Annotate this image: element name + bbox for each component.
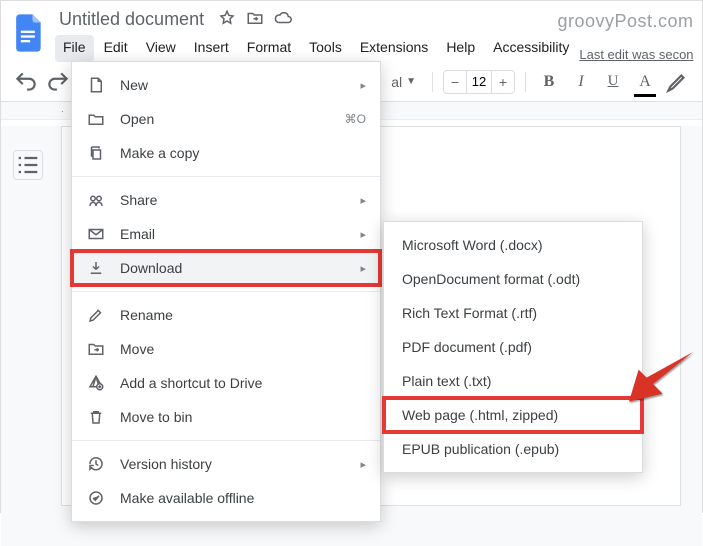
folder-open-icon (86, 110, 106, 128)
email-icon (86, 225, 106, 243)
download-html-label: Web page (.html, zipped) (402, 407, 624, 423)
file-share-label: Share (120, 192, 346, 208)
file-email[interactable]: Email ▸ (72, 217, 380, 251)
font-size-increase[interactable]: + (492, 71, 514, 93)
copy-icon (86, 144, 106, 162)
file-make-copy[interactable]: Make a copy (72, 136, 380, 170)
underline-button[interactable]: U (600, 69, 626, 95)
outline-toggle[interactable] (13, 150, 43, 180)
history-icon (86, 455, 106, 473)
menu-insert[interactable]: Insert (186, 35, 237, 62)
bold-button[interactable]: B (536, 69, 562, 95)
file-open-label: Open (120, 111, 322, 127)
submenu-arrow-icon: ▸ (360, 262, 366, 275)
font-size-input[interactable] (466, 71, 492, 93)
download-docx-label: Microsoft Word (.docx) (402, 237, 624, 253)
font-size-stepper[interactable]: − + (443, 70, 515, 94)
menu-accessibility[interactable]: Accessibility (485, 35, 577, 62)
download-icon (86, 259, 106, 277)
font-name-tail: al (391, 74, 402, 90)
file-add-shortcut[interactable]: Add a shortcut to Drive (72, 366, 380, 400)
download-pdf-label: PDF document (.pdf) (402, 339, 624, 355)
trash-icon (86, 408, 106, 426)
file-new-label: New (120, 77, 346, 93)
font-size-decrease[interactable]: − (444, 71, 466, 93)
file-rename-label: Rename (120, 307, 366, 323)
file-move[interactable]: Move (72, 332, 380, 366)
menu-format[interactable]: Format (239, 35, 299, 62)
redo-button[interactable] (45, 69, 71, 95)
last-edit-link[interactable]: Last edit was secon (579, 35, 693, 62)
download-odt-label: OpenDocument format (.odt) (402, 271, 624, 287)
menu-file[interactable]: File (55, 35, 94, 62)
file-download-label: Download (120, 260, 346, 276)
move-icon (86, 340, 106, 358)
caret-down-icon: ▼ (406, 76, 416, 87)
menu-tools[interactable]: Tools (301, 35, 350, 62)
download-txt-label: Plain text (.txt) (402, 373, 624, 389)
text-color-button[interactable]: A (632, 69, 658, 95)
rename-icon (86, 306, 106, 324)
font-picker[interactable]: al ▼ (385, 74, 422, 90)
download-submenu-panel: Microsoft Word (.docx) OpenDocument form… (383, 221, 643, 473)
file-open[interactable]: Open ⌘O (72, 102, 380, 136)
download-docx[interactable]: Microsoft Word (.docx) (384, 228, 642, 262)
file-make-copy-label: Make a copy (120, 145, 366, 161)
undo-button[interactable] (13, 69, 39, 95)
file-email-label: Email (120, 226, 346, 242)
menu-help[interactable]: Help (438, 35, 483, 62)
file-version-label: Version history (120, 456, 346, 472)
download-epub-label: EPUB publication (.epub) (402, 441, 624, 457)
download-rtf-label: Rich Text Format (.rtf) (402, 305, 624, 321)
download-html-zipped[interactable]: Web page (.html, zipped) (384, 398, 642, 432)
italic-button[interactable]: I (568, 69, 594, 95)
star-icon[interactable] (218, 9, 236, 30)
submenu-arrow-icon: ▸ (360, 79, 366, 92)
file-trash-label: Move to bin (120, 409, 366, 425)
file-move-to-bin[interactable]: Move to bin (72, 400, 380, 434)
download-rtf[interactable]: Rich Text Format (.rtf) (384, 296, 642, 330)
download-odt[interactable]: OpenDocument format (.odt) (384, 262, 642, 296)
cloud-status-icon[interactable] (274, 9, 292, 30)
submenu-arrow-icon: ▸ (360, 194, 366, 207)
menu-edit[interactable]: Edit (96, 35, 136, 62)
menu-view[interactable]: View (138, 35, 184, 62)
file-version-history[interactable]: Version history ▸ (72, 447, 380, 481)
file-rename[interactable]: Rename (72, 298, 380, 332)
file-download[interactable]: Download ▸ (72, 251, 380, 285)
annotation-arrow (621, 341, 701, 414)
download-epub[interactable]: EPUB publication (.epub) (384, 432, 642, 466)
file-available-offline[interactable]: Make available offline (72, 481, 380, 515)
file-add-shortcut-label: Add a shortcut to Drive (120, 375, 366, 391)
download-pdf[interactable]: PDF document (.pdf) (384, 330, 642, 364)
menu-extensions[interactable]: Extensions (352, 35, 436, 62)
submenu-arrow-icon: ▸ (360, 228, 366, 241)
file-move-label: Move (120, 341, 366, 357)
file-share[interactable]: Share ▸ (72, 183, 380, 217)
move-folder-icon[interactable] (246, 9, 264, 30)
drive-shortcut-icon (86, 374, 106, 392)
file-new[interactable]: New ▸ (72, 68, 380, 102)
docs-logo[interactable] (11, 7, 47, 55)
file-offline-label: Make available offline (120, 490, 366, 506)
file-menu-panel: New ▸ Open ⌘O Make a copy Share ▸ Email … (71, 61, 381, 522)
document-title[interactable]: Untitled document (55, 7, 208, 32)
offline-icon (86, 489, 106, 507)
watermark-brand: groovyPost.com (557, 7, 693, 32)
file-open-shortcut: ⌘O (336, 112, 366, 126)
menubar: File Edit View Insert Format Tools Exten… (55, 35, 694, 62)
download-txt[interactable]: Plain text (.txt) (384, 364, 642, 398)
submenu-arrow-icon: ▸ (360, 458, 366, 471)
share-icon (86, 191, 106, 209)
highlight-button[interactable] (664, 69, 690, 95)
document-icon (86, 76, 106, 94)
